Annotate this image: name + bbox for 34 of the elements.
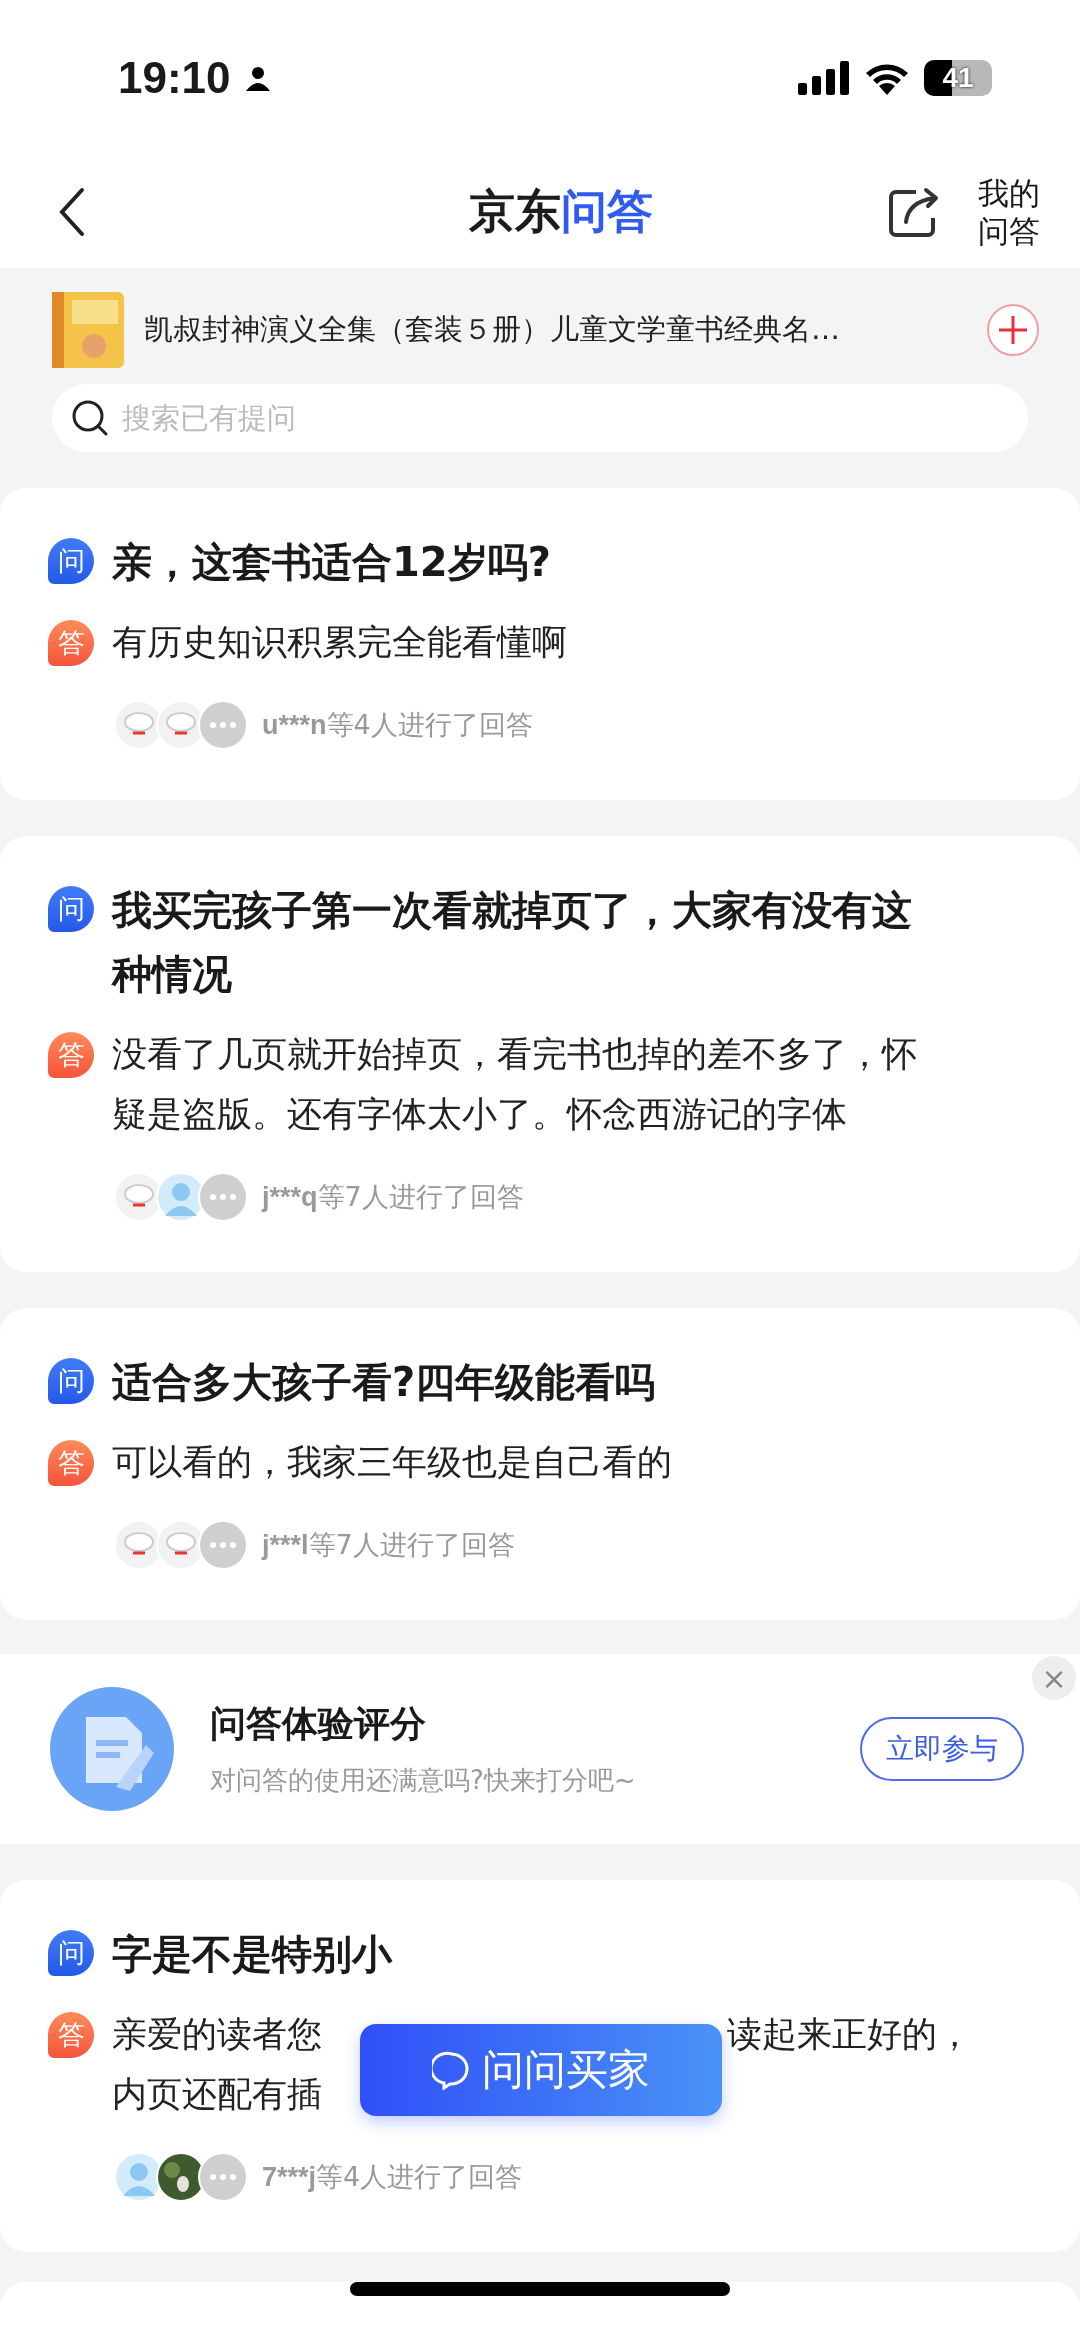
survey-title: 问答体验评分 [210,1702,427,1746]
question-text: 适合多大孩子看?四年级能看吗 [112,1358,656,1407]
question-text: 亲，这套书适合12岁吗? [112,538,551,587]
answer-text: 有历史知识积累完全能看懂啊 [112,621,567,664]
question-card[interactable]: 问 亲，这套书适合12岁吗? 答 有历史知识积累完全能看懂啊 u***n等4人进行了回答 [0,488,1080,800]
answer-badge: 答 [48,620,94,666]
product-title: 凯叔封神演义全集（套装５册）儿童文学童书经典名… [144,311,841,348]
answer-badge: 答 [48,2012,94,2058]
logo: 京东问答 [468,182,654,240]
answer-text: 可以看的，我家三年级也是自己看的 [112,1441,672,1484]
status-time: 19:10 [118,52,231,103]
question-badge: 问 [48,538,94,584]
question-badge: 问 [48,886,94,932]
question-card[interactable]: 问 我买完孩子第一次看就掉页了，大家有没有这种情况 答 没看了几页就开始掉页，看完书也掉的差不多了，怀疑是盗版。还有字体太小了。怀念西游记的字体 j***q等7人进行了回答 [0,836,1080,1272]
ask-buyers-button[interactable]: 问问买家 [360,2024,722,2116]
answer-summary: j***l等7人进行了回答 [262,1528,515,1562]
answer-text: 没看了几页就开始掉页，看完书也掉的差不多了，怀疑是盗版。还有字体太小了。怀念西游记的字体 [112,1033,918,1136]
answer-badge: 答 [48,1440,94,1486]
question-badge: 问 [48,1358,94,1404]
my-qa-link[interactable]: 我的问答 [978,173,1050,250]
answer-summary: j***q等7人进行了回答 [262,1180,524,1214]
search-field[interactable]: 搜索已有提问 [52,384,1028,452]
question-badge: 问 [48,1930,94,1976]
question-text: 我买完孩子第一次看就掉页了，大家有没有这种情况 [112,886,913,999]
answer-summary: u***n等4人进行了回答 [262,708,533,742]
survey-subtitle: 对问答的使用还满意吗?快来打分吧~ [210,1764,637,1797]
answer-text: 内页还配有插 [112,2073,322,2116]
answer-badge: 答 [48,1032,94,1078]
answer-text: 亲爱的读者您 [112,2013,322,2056]
join-button[interactable]: 立即参与 [860,1717,1024,1781]
question-card[interactable]: 问 适合多大孩子看?四年级能看吗 答 可以看的，我家三年级也是自己看的 j***l等7人进行了回答 [0,1308,1080,1620]
answer-text: 读起来正好的， [727,2013,972,2056]
answer-summary: 7***j等4人进行了回答 [262,2160,523,2194]
question-text: 字是不是特别小 [112,1930,392,1979]
